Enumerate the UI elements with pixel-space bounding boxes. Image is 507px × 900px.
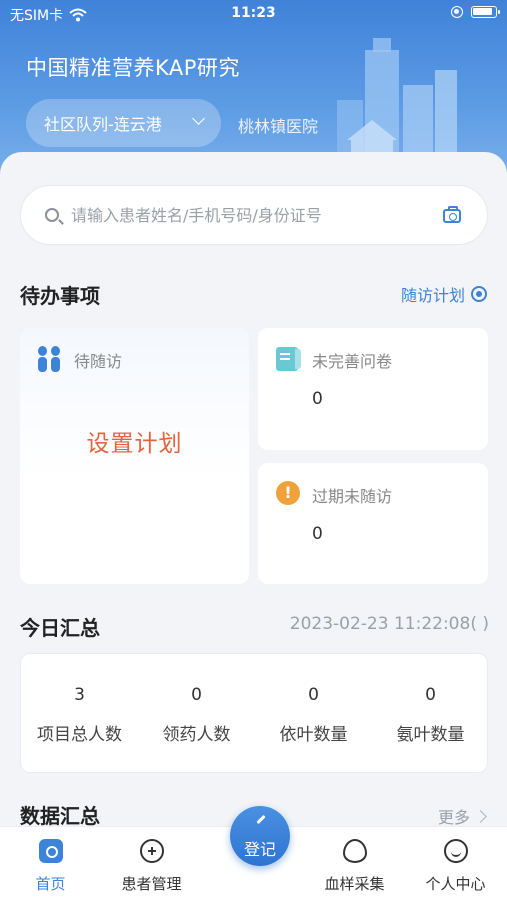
camera-icon[interactable] <box>443 206 461 223</box>
chevron-right-icon <box>474 809 487 823</box>
stat-value: 0 <box>308 685 319 705</box>
more-link[interactable]: 更多 <box>437 804 487 828</box>
team-selector-label: 社区队列-连云港 <box>44 115 162 134</box>
pencil-icon <box>256 814 266 825</box>
summary-datetime: 2023-02-23 11:22:08( ) <box>290 614 489 634</box>
stat-label: 氨叶数量 <box>396 725 465 745</box>
stat-value: 0 <box>191 685 202 705</box>
todo-title: 待办事项 <box>20 284 100 308</box>
stat-label: 项目总人数 <box>37 725 122 745</box>
tab-home[interactable]: 首页 <box>0 827 101 900</box>
stat-value: 0 <box>425 685 436 705</box>
tab-patients-label: 患者管理 <box>121 875 182 893</box>
team-selector[interactable]: 社区队列-连云港 <box>26 99 221 147</box>
data-summary-title: 数据汇总 <box>20 804 100 828</box>
stat-label: 领药人数 <box>162 725 231 745</box>
tab-profile[interactable]: 个人中心 <box>405 827 506 900</box>
incomplete-questionnaire-label: 未完善问卷 <box>312 352 393 371</box>
register-label: 登记 <box>243 840 276 859</box>
set-plan-link[interactable]: 设置计划 <box>20 424 249 458</box>
overdue-count: 0 <box>312 524 323 544</box>
register-button[interactable]: 登记 <box>230 806 290 866</box>
orientation-lock-icon <box>451 6 463 18</box>
profile-icon <box>444 839 468 863</box>
patient-add-icon <box>140 839 164 863</box>
refresh-icon[interactable]: ( ) <box>470 614 489 634</box>
search-input[interactable] <box>71 186 441 244</box>
tab-profile-label: 个人中心 <box>425 875 486 893</box>
home-icon <box>39 839 63 863</box>
app-title: 中国精准营养KAP研究 <box>26 56 240 80</box>
overdue-label: 过期未随访 <box>312 487 393 506</box>
pending-followup-label: 待随访 <box>74 352 123 371</box>
battery-icon <box>471 6 500 18</box>
today-summary-card: 3 项目总人数 0 领药人数 0 依叶数量 0 氨叶数量 <box>20 653 488 773</box>
stat-label: 依叶数量 <box>279 725 348 745</box>
status-bar: 无SIM卡 11:23 <box>0 0 507 28</box>
more-label: 更多 <box>437 808 470 827</box>
followup-plan-link[interactable]: 随访计划 <box>401 282 487 306</box>
tab-home-label: 首页 <box>35 875 66 893</box>
stat-value: 3 <box>74 685 85 705</box>
questionnaire-icon <box>276 347 301 371</box>
tab-patients[interactable]: 患者管理 <box>101 827 202 900</box>
search-icon <box>45 208 59 222</box>
summary-datetime-value: 2023-02-23 11:22:08 <box>289 614 471 634</box>
chevron-down-icon <box>192 112 205 125</box>
tab-blood-sample[interactable]: 血样采集 <box>304 827 405 900</box>
hospital-name: 桃林镇医院 <box>238 117 319 136</box>
followup-plan-label: 随访计划 <box>400 286 465 305</box>
tab-blood-sample-label: 血样采集 <box>324 875 385 893</box>
search-bar[interactable] <box>20 185 488 245</box>
incomplete-questionnaire-count: 0 <box>312 389 323 409</box>
status-time: 11:23 <box>231 5 276 21</box>
people-icon <box>38 346 62 372</box>
gear-icon <box>471 286 487 302</box>
today-summary-title: 今日汇总 <box>20 616 100 640</box>
blood-drop-icon <box>343 839 367 863</box>
warning-icon: ! <box>276 481 300 505</box>
